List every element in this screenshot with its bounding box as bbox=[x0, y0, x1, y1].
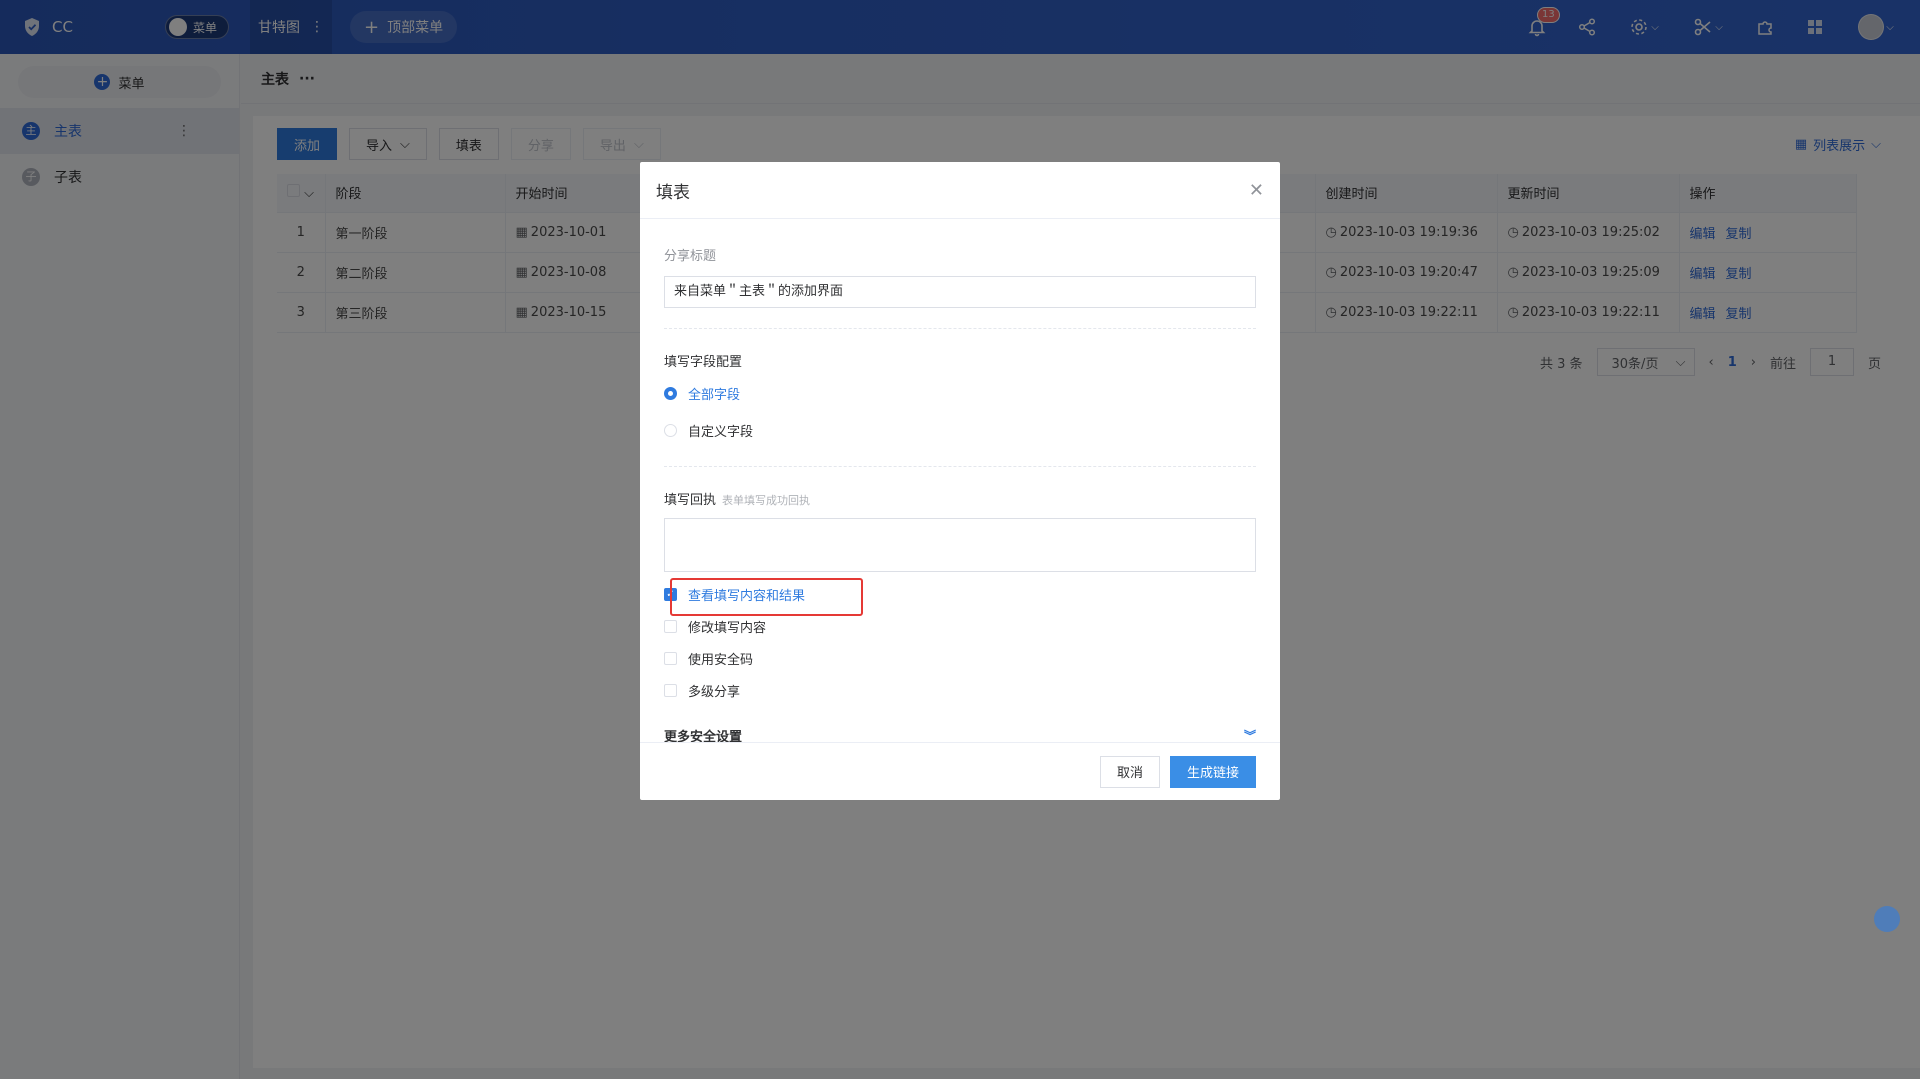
close-icon[interactable]: ✕ bbox=[1249, 180, 1264, 201]
check-label: 多级分享 bbox=[688, 684, 741, 700]
check-security-code[interactable]: 使用安全码 bbox=[664, 642, 1256, 674]
radio-all-fields[interactable]: 全部字段 bbox=[664, 384, 1256, 403]
radio-label: 全部字段 bbox=[688, 388, 741, 403]
divider bbox=[664, 328, 1256, 329]
check-label: 查看填写内容和结果 bbox=[688, 588, 806, 604]
share-title-input[interactable]: 来自菜单＂主表＂的添加界面 bbox=[664, 276, 1256, 308]
generate-link-button[interactable]: 生成链接 bbox=[1169, 755, 1256, 788]
radio-button[interactable] bbox=[664, 387, 677, 400]
check-label: 使用安全码 bbox=[688, 652, 754, 668]
receipt-label-text: 填写回执 bbox=[664, 493, 717, 508]
share-title-label: 分享标题 bbox=[664, 249, 717, 264]
radio-label: 自定义字段 bbox=[688, 425, 754, 440]
receipt-label: 填写回执 表单填写成功回执 bbox=[664, 489, 1256, 508]
checkbox[interactable] bbox=[664, 683, 677, 697]
check-label: 修改填写内容 bbox=[688, 620, 767, 636]
fill-form-dialog: 填表 ✕ 分享标题 来自菜单＂主表＂的添加界面 填写字段配置 全部字段 自定义字… bbox=[640, 162, 1280, 800]
field-config-label: 填写字段配置 bbox=[664, 355, 743, 370]
permission-checks: ✓ 查看填写内容和结果 修改填写内容 使用安全码 多级分享 bbox=[664, 578, 1256, 706]
radio-custom-fields[interactable]: 自定义字段 bbox=[664, 421, 1256, 440]
cancel-button[interactable]: 取消 bbox=[1099, 755, 1160, 788]
divider bbox=[664, 466, 1256, 467]
radio-button[interactable] bbox=[664, 424, 677, 437]
check-view-content[interactable]: ✓ 查看填写内容和结果 bbox=[664, 578, 1256, 610]
receipt-textarea[interactable] bbox=[664, 518, 1256, 572]
check-multi-level-share[interactable]: 多级分享 bbox=[664, 674, 1256, 706]
floating-help-button[interactable] bbox=[1874, 906, 1900, 932]
checkbox[interactable] bbox=[664, 651, 677, 665]
checkbox[interactable] bbox=[664, 619, 677, 633]
dialog-header: 填表 ✕ bbox=[640, 162, 1280, 219]
receipt-hint: 表单填写成功回执 bbox=[722, 494, 811, 507]
dialog-title: 填表 bbox=[656, 182, 690, 203]
check-modify-content[interactable]: 修改填写内容 bbox=[664, 610, 1256, 642]
dialog-footer: 取消 生成链接 bbox=[640, 742, 1280, 800]
dialog-body: 分享标题 来自菜单＂主表＂的添加界面 填写字段配置 全部字段 自定义字段 填写回… bbox=[640, 245, 1280, 745]
checkbox[interactable]: ✓ bbox=[664, 587, 677, 601]
